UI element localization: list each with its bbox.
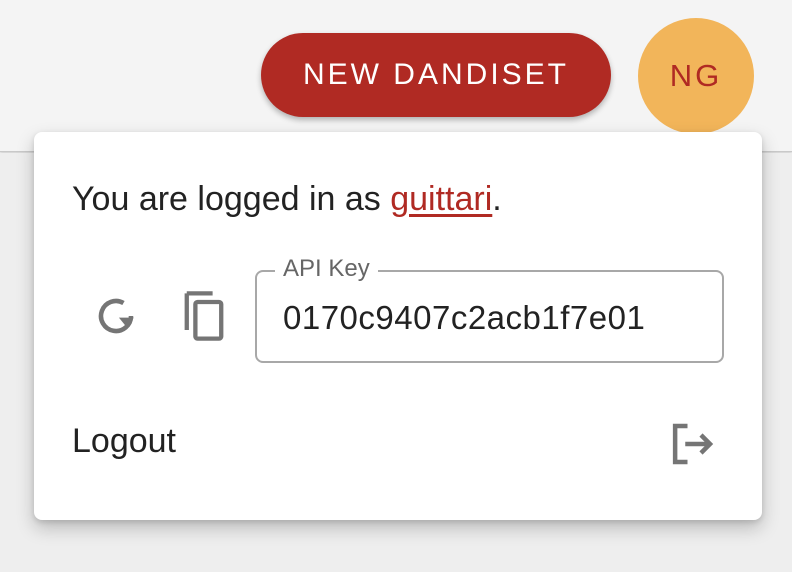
logout-menu-item[interactable]: Logout bbox=[34, 402, 762, 482]
logged-in-prefix: You are logged in as bbox=[72, 180, 391, 218]
logout-icon bbox=[662, 414, 722, 474]
new-dandiset-button[interactable]: NEW DANDISET bbox=[261, 33, 611, 117]
refresh-api-key-button[interactable] bbox=[86, 286, 146, 346]
logout-label: Logout bbox=[72, 422, 176, 460]
logged-in-suffix: . bbox=[492, 180, 502, 218]
refresh-icon bbox=[98, 298, 134, 334]
app-bar: NEW DANDISET NG bbox=[0, 0, 792, 152]
api-key-field: API Key bbox=[255, 255, 724, 363]
copy-icon bbox=[184, 291, 224, 341]
username-link[interactable]: guittari bbox=[390, 180, 492, 218]
api-key-input[interactable] bbox=[283, 294, 703, 342]
copy-api-key-button[interactable] bbox=[174, 286, 234, 346]
user-menu: You are logged in as guittari. API Key L… bbox=[34, 132, 762, 520]
user-avatar[interactable]: NG bbox=[638, 18, 754, 134]
logged-in-text: You are logged in as guittari. bbox=[72, 180, 502, 219]
api-key-label: API Key bbox=[275, 255, 378, 283]
